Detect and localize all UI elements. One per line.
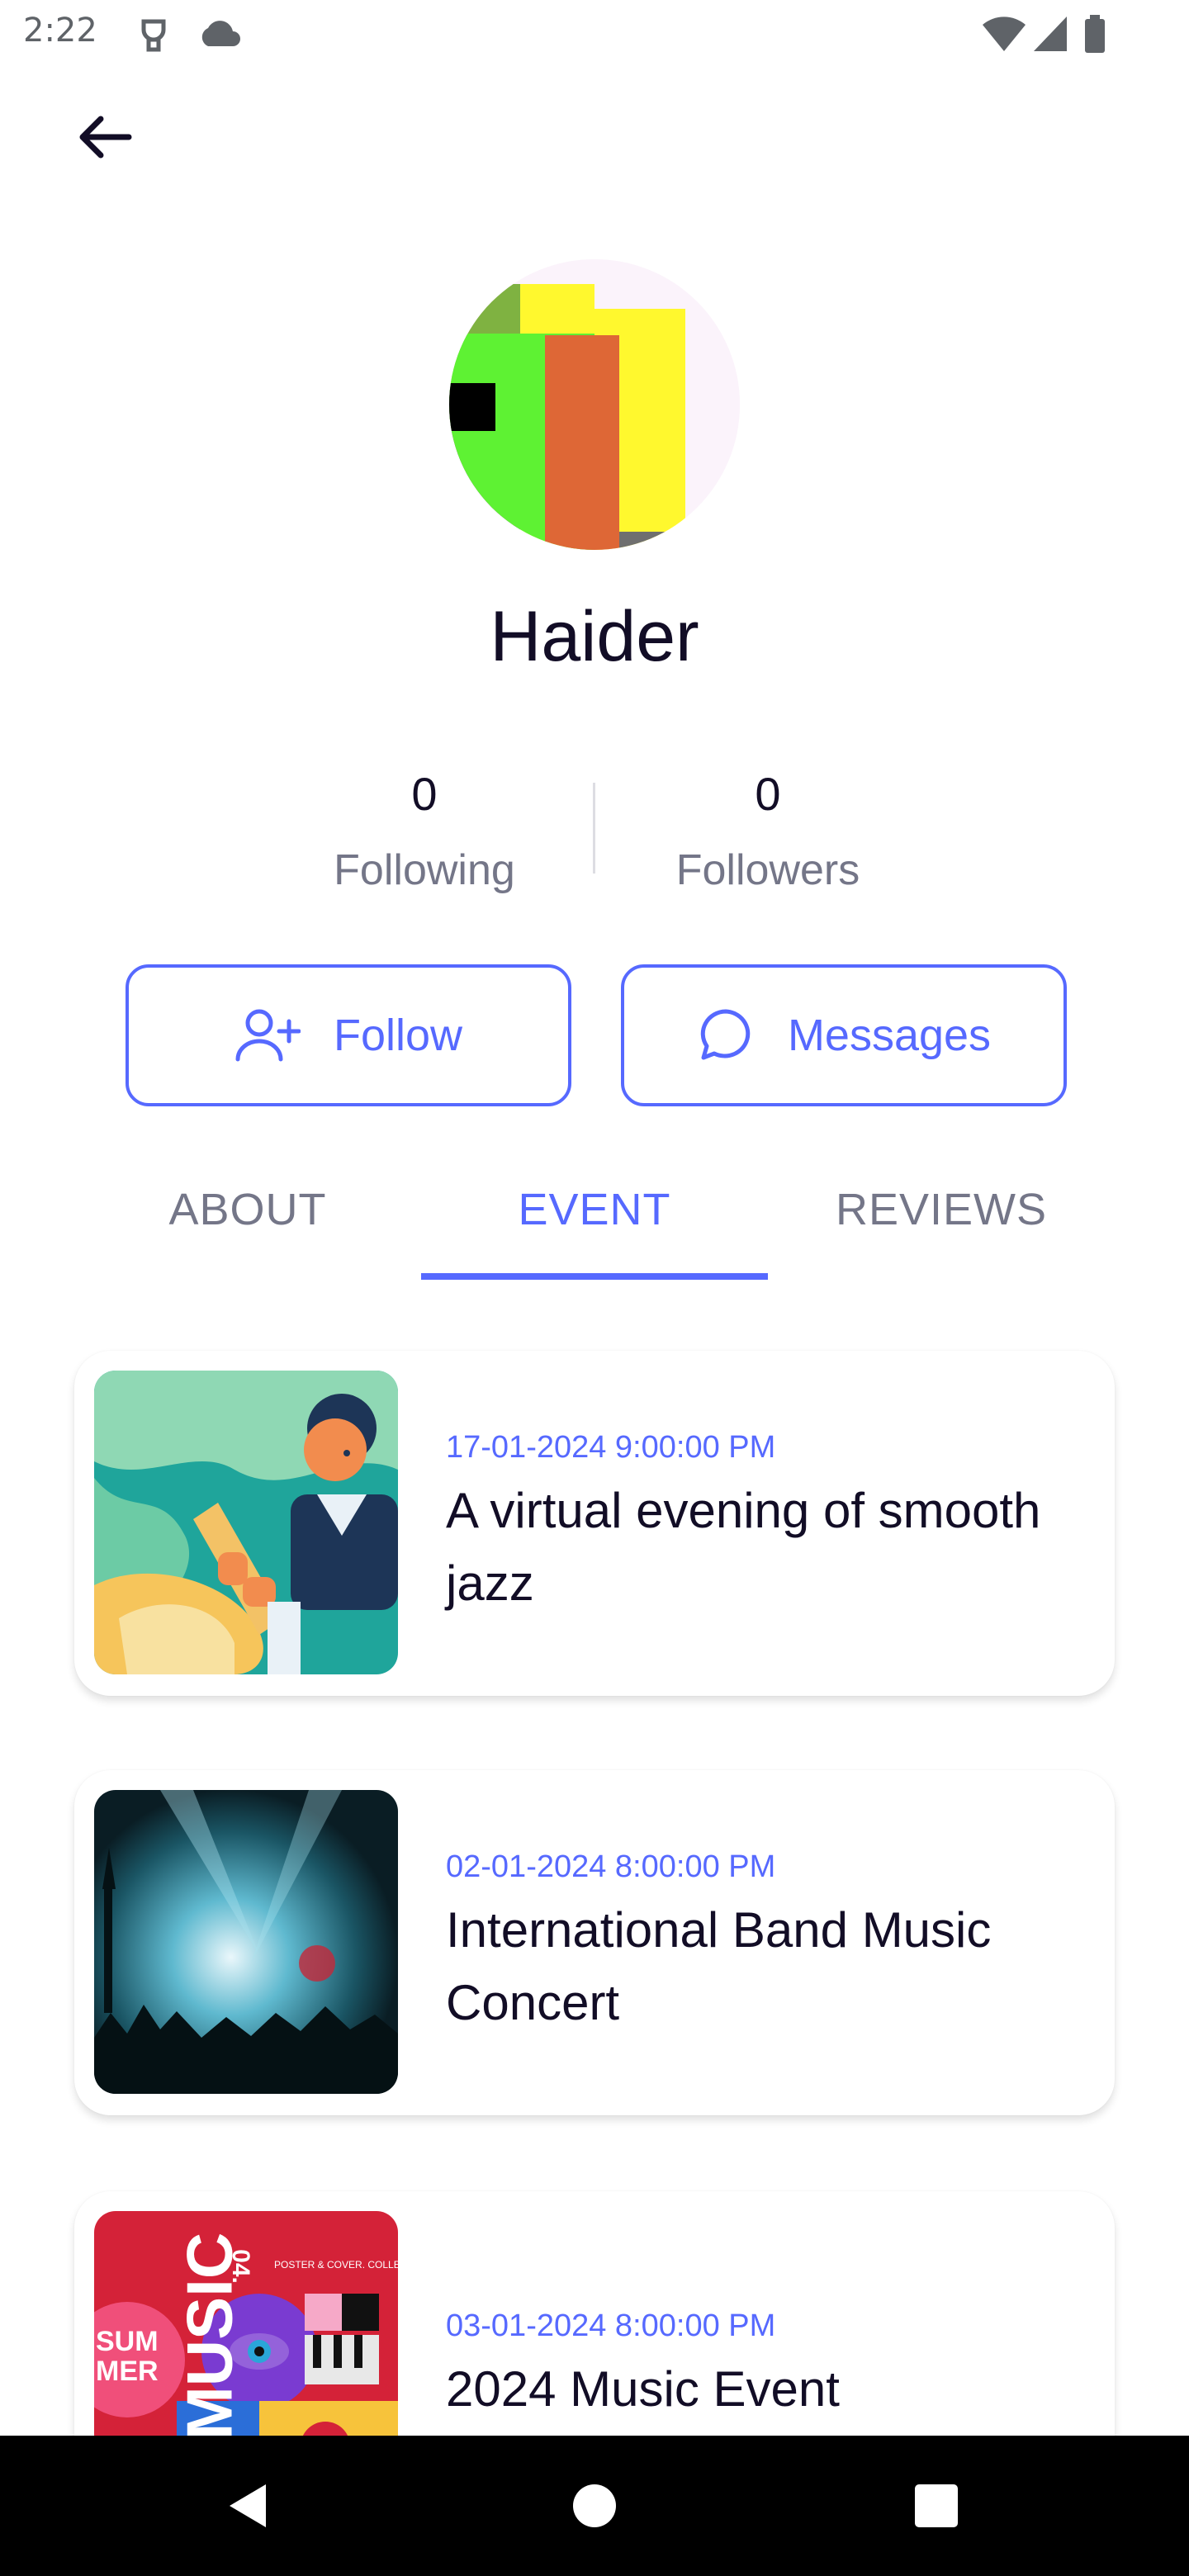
following-count: 0 bbox=[411, 768, 438, 820]
tab-reviews[interactable]: REVIEWS bbox=[768, 1172, 1115, 1271]
profile-name: Haider bbox=[490, 597, 699, 676]
poster-summer-text: SUM MER bbox=[96, 2326, 159, 2387]
notification-app-icon bbox=[137, 15, 170, 59]
event-date: 02-01-2024 8:00:00 PM bbox=[446, 1849, 776, 1884]
poster-collection-text: POSTER & COVER. COLLECTION bbox=[274, 2259, 398, 2271]
arrow-left-icon bbox=[79, 116, 132, 159]
tab-active-indicator bbox=[421, 1273, 768, 1280]
event-image-music-poster: SUM MER MUSIC 04. POSTER & COVER. COLLEC… bbox=[94, 2211, 398, 2455]
event-image-jazz bbox=[94, 1371, 398, 1674]
add-user-icon bbox=[234, 1006, 301, 1064]
back-button[interactable] bbox=[59, 102, 149, 172]
followers-count: 0 bbox=[755, 768, 781, 820]
cell-signal-icon bbox=[1032, 15, 1068, 57]
event-card[interactable]: 17-01-2024 9:00:00 PM A virtual evening … bbox=[74, 1351, 1115, 1696]
avatar bbox=[449, 259, 740, 550]
chat-bubble-icon bbox=[697, 1006, 755, 1064]
tab-event[interactable]: EVENT bbox=[421, 1172, 768, 1271]
cloud-icon bbox=[197, 18, 243, 52]
event-image-concert bbox=[94, 1790, 398, 2094]
event-title: 2024 Music Event bbox=[446, 2361, 840, 2417]
event-date: 17-01-2024 9:00:00 PM bbox=[446, 1430, 776, 1465]
triangle-back-icon bbox=[230, 2484, 266, 2527]
status-bar: 2:22 bbox=[0, 0, 1189, 73]
event-title: A virtual evening of smooth jazz bbox=[446, 1483, 1041, 1611]
event-card[interactable]: 02-01-2024 8:00:00 PM International Band… bbox=[74, 1770, 1115, 2115]
event-date: 03-01-2024 8:00:00 PM bbox=[446, 2308, 776, 2343]
square-recents-icon bbox=[915, 2484, 958, 2527]
messages-label: Messages bbox=[787, 1011, 992, 1060]
poster-date-text: 04. bbox=[226, 2249, 254, 2284]
stats-divider bbox=[593, 783, 595, 874]
nav-recents-button[interactable] bbox=[854, 2436, 1019, 2576]
messages-button[interactable]: Messages bbox=[621, 964, 1067, 1106]
followers-stat[interactable]: 0 Followers bbox=[619, 768, 917, 895]
follow-label: Follow bbox=[333, 1011, 463, 1060]
followers-label: Followers bbox=[675, 846, 860, 894]
nav-back-button[interactable] bbox=[165, 2436, 330, 2576]
battery-icon bbox=[1083, 15, 1106, 57]
nav-home-button[interactable] bbox=[512, 2436, 677, 2576]
event-title: International Band Music Concert bbox=[446, 1902, 992, 2030]
system-nav-bar bbox=[0, 2436, 1189, 2576]
wifi-icon bbox=[981, 15, 1027, 57]
following-stat[interactable]: 0 Following bbox=[276, 768, 573, 895]
follow-button[interactable]: Follow bbox=[126, 964, 571, 1106]
circle-home-icon bbox=[573, 2484, 616, 2527]
status-time: 2:22 bbox=[23, 12, 97, 50]
tab-about[interactable]: ABOUT bbox=[74, 1172, 421, 1271]
following-label: Following bbox=[334, 846, 515, 894]
